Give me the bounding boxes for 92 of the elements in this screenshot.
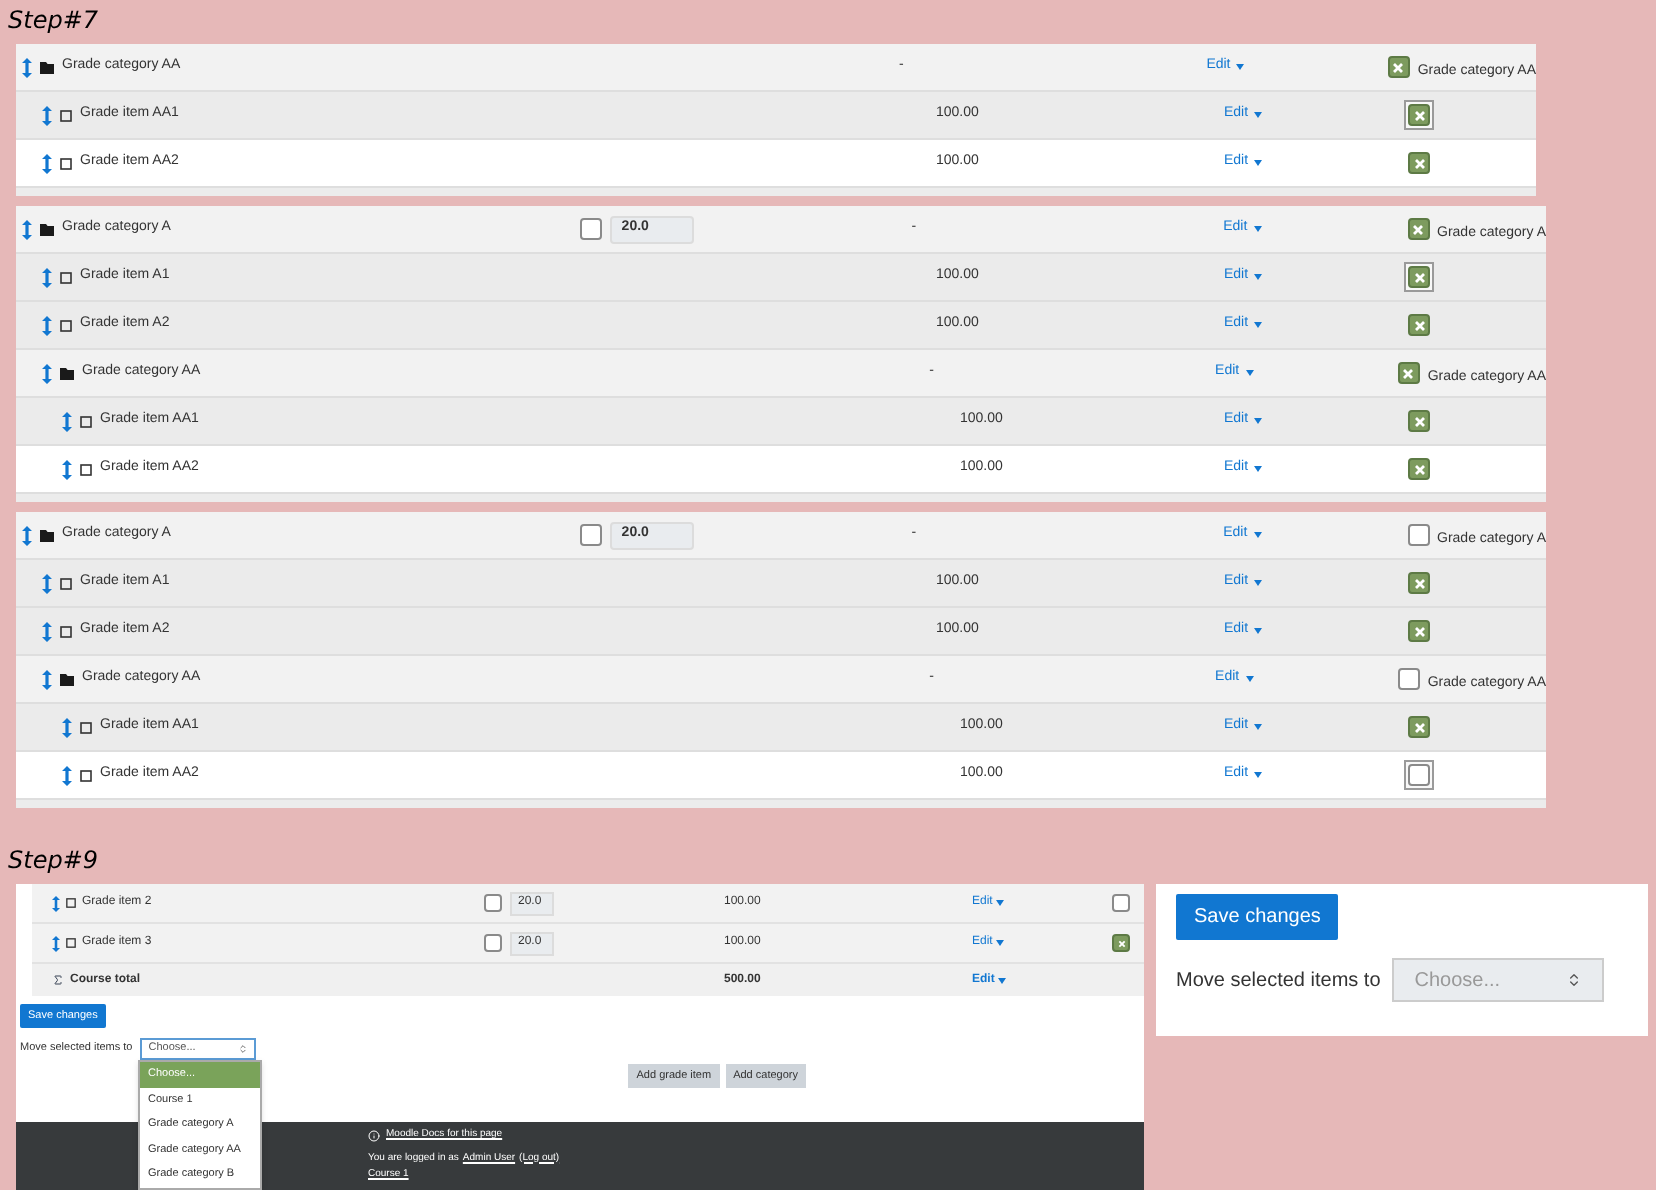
folder-icon xyxy=(40,529,54,541)
drag-handle-icon[interactable] xyxy=(42,573,52,593)
item-square-icon xyxy=(80,463,92,475)
checked-checkbox[interactable] xyxy=(1408,716,1430,738)
checked-checkbox[interactable] xyxy=(1407,218,1430,240)
caret-icon xyxy=(996,940,1005,946)
drag-handle-icon[interactable] xyxy=(62,717,72,737)
cross-icon xyxy=(1413,577,1425,589)
cross-icon xyxy=(1413,415,1425,427)
checked-checkbox[interactable] xyxy=(1112,934,1130,952)
checked-checkbox[interactable] xyxy=(1408,572,1430,594)
item-square-icon xyxy=(60,109,72,121)
drag-handle-icon[interactable] xyxy=(62,411,72,431)
item-square-icon xyxy=(66,938,76,948)
step-title: Step#7 xyxy=(6,4,101,38)
caret-icon xyxy=(1253,226,1262,232)
item-square-icon xyxy=(60,319,72,331)
cross-icon xyxy=(1392,61,1405,73)
drag-handle-icon[interactable] xyxy=(62,459,72,479)
cross-icon xyxy=(1412,223,1425,235)
caret-icon xyxy=(1254,418,1263,424)
caret-icon xyxy=(1254,580,1263,586)
caret-icon xyxy=(1245,370,1254,376)
checkbox[interactable] xyxy=(579,524,602,546)
drag-handle-icon[interactable] xyxy=(22,57,32,77)
checked-checkbox[interactable] xyxy=(1387,56,1410,78)
move-select[interactable]: Choose... xyxy=(1392,958,1605,1002)
sigma-icon xyxy=(52,974,64,986)
checked-checkbox[interactable] xyxy=(1408,458,1430,480)
cross-icon xyxy=(1413,625,1425,637)
drag-handle-icon[interactable] xyxy=(42,105,52,125)
checked-checkbox[interactable] xyxy=(1408,410,1430,432)
caret-icon xyxy=(1254,160,1263,166)
drag-handle-icon[interactable] xyxy=(62,765,72,785)
cross-icon xyxy=(1402,367,1415,379)
cross-icon xyxy=(1413,319,1425,331)
cross-icon xyxy=(1413,463,1425,475)
info-icon xyxy=(368,1129,380,1142)
caret-icon xyxy=(1254,772,1263,778)
cross-icon xyxy=(1413,157,1425,169)
checked-checkbox[interactable] xyxy=(1408,314,1430,336)
item-square-icon xyxy=(60,271,72,283)
folder-icon xyxy=(40,223,54,235)
checkbox[interactable] xyxy=(579,218,602,240)
drag-handle-icon[interactable] xyxy=(42,153,52,173)
caret-icon xyxy=(1254,724,1263,730)
item-square-icon xyxy=(60,577,72,589)
sort-arrows-icon xyxy=(238,1044,249,1054)
checked-checkbox[interactable] xyxy=(1397,362,1420,384)
step-title: Step#9 xyxy=(6,844,101,878)
drag-handle-icon[interactable] xyxy=(42,363,52,383)
checked-checkbox[interactable] xyxy=(1408,620,1430,642)
checkbox[interactable] xyxy=(1407,524,1430,546)
item-square-icon xyxy=(80,769,92,781)
checkbox[interactable] xyxy=(1112,894,1130,912)
caret-icon xyxy=(1254,322,1263,328)
cross-icon xyxy=(1413,721,1425,733)
caret-icon xyxy=(1245,676,1254,682)
caret-icon xyxy=(996,900,1005,906)
caret-icon xyxy=(1254,112,1263,118)
item-square-icon xyxy=(60,625,72,637)
drag-handle-icon[interactable] xyxy=(42,621,52,641)
item-square-icon xyxy=(80,415,92,427)
save-changes-button[interactable]: Save changes xyxy=(1176,894,1339,940)
drag-handle-icon[interactable] xyxy=(22,219,32,239)
checkbox[interactable] xyxy=(484,934,502,952)
drag-handle-icon[interactable] xyxy=(42,669,52,689)
drag-handle-icon[interactable] xyxy=(22,525,32,545)
item-square-icon xyxy=(60,157,72,169)
checked-checkbox[interactable] xyxy=(1408,152,1430,174)
caret-icon xyxy=(1236,64,1245,70)
caret-icon xyxy=(1254,628,1263,634)
caret-icon xyxy=(1253,532,1262,538)
cross-icon xyxy=(1117,939,1125,947)
drag-handle-icon[interactable] xyxy=(52,935,60,951)
folder-icon xyxy=(60,673,74,685)
move-label: Move selected items to xyxy=(1176,967,1381,995)
folder-icon xyxy=(60,367,74,379)
checkbox[interactable] xyxy=(484,894,502,912)
caret-icon xyxy=(1254,466,1263,472)
drag-handle-icon[interactable] xyxy=(42,315,52,335)
cross-icon xyxy=(1413,109,1425,121)
caret-icon xyxy=(998,977,1007,983)
drag-handle-icon[interactable] xyxy=(52,895,60,911)
checkbox[interactable] xyxy=(1397,668,1420,690)
cross-icon xyxy=(1413,271,1425,283)
folder-icon xyxy=(40,61,54,73)
sort-arrows-icon xyxy=(1566,972,1583,988)
item-square-icon xyxy=(80,721,92,733)
drag-handle-icon[interactable] xyxy=(42,267,52,287)
item-square-icon xyxy=(66,898,76,908)
caret-icon xyxy=(1254,274,1263,280)
